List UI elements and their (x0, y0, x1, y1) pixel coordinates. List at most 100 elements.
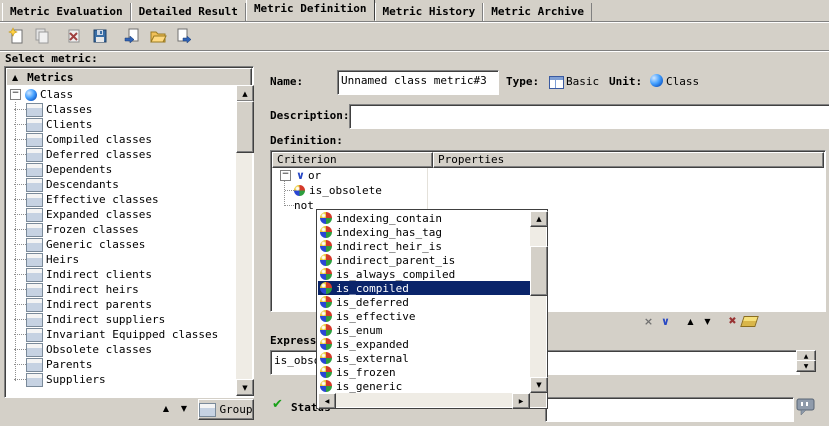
tree-item[interactable]: Generic classes (6, 237, 236, 252)
tab-metric-definition[interactable]: Metric Definition (246, 0, 375, 21)
toolbar-separator-line (0, 50, 829, 52)
dropdown-item[interactable]: is_expanded (318, 337, 530, 351)
tree-scrollbar[interactable]: ▲ ▼ (236, 85, 252, 396)
dropdown-item[interactable]: indirect_heir_is (318, 239, 530, 253)
criterion-icon (320, 338, 332, 350)
tree-item[interactable]: Classes (6, 102, 236, 117)
tree-item[interactable]: Invariant Equipped classes (6, 327, 236, 342)
unit-value: Class (666, 75, 699, 88)
move-criterion-up-button[interactable]: ▲ (682, 313, 699, 329)
save-metric-icon (91, 27, 109, 45)
save-metric-button[interactable] (88, 24, 112, 48)
export-metrics-button[interactable] (172, 24, 196, 48)
import-metrics-button[interactable] (120, 24, 144, 48)
expression-scroll-down-button[interactable]: ▼ (796, 360, 816, 372)
criterion-row-or[interactable]: − ∨ or (272, 168, 824, 183)
dropdown-item-label: is_frozen (336, 366, 396, 379)
description-label: Description: (270, 109, 349, 122)
dropdown-item[interactable]: is_frozen (318, 365, 530, 379)
dropdown-item[interactable]: is_always_compiled (318, 267, 530, 281)
dropdown-item-selected[interactable]: is_compiled (318, 281, 530, 295)
tree-item[interactable]: Descendants (6, 177, 236, 192)
tab-detailed-result[interactable]: Detailed Result (131, 3, 246, 21)
collapse-icon[interactable]: − (280, 170, 291, 181)
tree-item[interactable]: Dependents (6, 162, 236, 177)
group-icon (199, 403, 216, 417)
tree-item[interactable]: Expanded classes (6, 207, 236, 222)
dropdown-item[interactable]: is_effective (318, 309, 530, 323)
tree-item[interactable]: Heirs (6, 252, 236, 267)
metric-icon (26, 193, 43, 207)
tree-item[interactable]: Clients (6, 117, 236, 132)
dropdown-item-label: is_compiled (336, 282, 409, 295)
delete-icon: ✖ (728, 316, 736, 327)
dropdown-item[interactable]: is_deferred (318, 295, 530, 309)
open-metrics-button[interactable] (146, 24, 170, 48)
new-metric-icon (7, 27, 25, 45)
criterion-label: not (294, 199, 314, 212)
scroll-down-icon[interactable]: ▼ (530, 377, 548, 393)
scroll-right-icon[interactable]: ▶ (512, 393, 530, 409)
dropdown-item[interactable]: is_enum (318, 323, 530, 337)
tree-item-label: Compiled classes (46, 133, 152, 146)
metric-icon (26, 133, 43, 147)
exchange-button[interactable]: × (640, 313, 657, 329)
scroll-down-icon[interactable]: ▼ (236, 379, 254, 396)
dropdown-item[interactable]: indirect_parent_is (318, 253, 530, 267)
delete-criterion-button[interactable]: ✖ (724, 313, 741, 329)
dropdown-item[interactable]: is_generic (318, 379, 530, 393)
tree-item[interactable]: Effective classes (6, 192, 236, 207)
comment-button[interactable] (794, 396, 818, 417)
tree-item-class-root[interactable]: − Class (6, 87, 236, 102)
dropdown-vertical-scrollbar[interactable]: ▲ ▼ (530, 211, 546, 393)
status-input[interactable] (545, 397, 794, 422)
tree-item[interactable]: Obsolete classes (6, 342, 236, 357)
new-metric-button[interactable] (4, 24, 28, 48)
tree-item-label: Indirect heirs (46, 283, 139, 296)
tab-metric-evaluation[interactable]: Metric Evaluation (2, 3, 131, 21)
class-unit-icon (650, 74, 663, 87)
scrollbar-corner (530, 393, 546, 407)
scroll-up-icon[interactable]: ▲ (530, 211, 548, 227)
metric-icon (26, 253, 43, 267)
copy-metric-button[interactable] (30, 24, 54, 48)
group-toggle-button[interactable]: Group (198, 399, 254, 420)
tree-item[interactable]: Frozen classes (6, 222, 236, 237)
tab-metric-history[interactable]: Metric History (375, 3, 484, 21)
description-input[interactable] (349, 104, 829, 129)
tree-item-label: Class (40, 88, 73, 101)
metric-icon (26, 328, 43, 342)
dropdown-item[interactable]: indexing_contain (318, 211, 530, 225)
tree-item[interactable]: Indirect heirs (6, 282, 236, 297)
move-criterion-down-button[interactable]: ▼ (699, 313, 716, 329)
name-input[interactable]: Unnamed class metric#3 (337, 70, 499, 95)
tree-item[interactable]: Indirect clients (6, 267, 236, 282)
move-metric-up-button[interactable]: ▲ (158, 400, 174, 416)
tree-item[interactable]: Indirect suppliers (6, 312, 236, 327)
dropdown-horizontal-scrollbar[interactable]: ◀ ▶ (318, 393, 530, 407)
dropdown-item[interactable]: indexing_has_tag (318, 225, 530, 239)
properties-column-header[interactable]: Properties (433, 152, 824, 168)
or-operator-button[interactable]: ∨ (657, 313, 674, 329)
delete-metric-button[interactable] (62, 24, 86, 48)
dropdown-scrollbar-thumb[interactable] (530, 246, 548, 296)
tree-item[interactable]: Compiled classes (6, 132, 236, 147)
tree-item[interactable]: Suppliers (6, 372, 236, 387)
criterion-column-header[interactable]: Criterion (272, 152, 433, 168)
metric-tree: − Class Classes Clients Compiled classes… (6, 85, 236, 396)
tree-item[interactable]: Parents (6, 357, 236, 372)
dropdown-item[interactable]: is_external (318, 351, 530, 365)
tree-item[interactable]: Indirect parents (6, 297, 236, 312)
scroll-left-icon[interactable]: ◀ (318, 393, 336, 409)
tree-item-label: Dependents (46, 163, 112, 176)
class-unit-icon (25, 89, 37, 101)
criterion-row-is-obsolete[interactable]: is_obsolete (272, 183, 824, 198)
tab-metric-archive[interactable]: Metric Archive (483, 3, 592, 21)
erase-definition-button[interactable] (741, 313, 758, 329)
tree-branch-line (285, 205, 294, 207)
tree-scrollbar-thumb[interactable] (236, 101, 254, 153)
tree-item[interactable]: Deferred classes (6, 147, 236, 162)
collapse-icon[interactable]: − (10, 89, 21, 100)
scroll-up-icon[interactable]: ▲ (236, 85, 254, 102)
move-metric-down-button[interactable]: ▼ (176, 400, 192, 416)
